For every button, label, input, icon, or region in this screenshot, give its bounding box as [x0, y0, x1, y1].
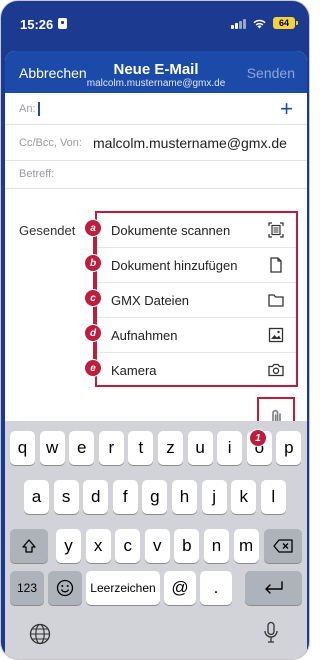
file-icon [270, 257, 282, 273]
signal-icon [231, 18, 246, 29]
menu-item-label: GMX Dateien [111, 293, 190, 308]
key-n[interactable]: n [204, 529, 229, 563]
menu-item-scan-documents[interactable]: Dokumente scannen [97, 213, 296, 248]
at-key[interactable]: @ [164, 571, 196, 605]
menu-item-gmx-files[interactable]: GMX Dateien [97, 283, 296, 318]
attachment-menu: Dokumente scannen Dokument hinzufügen GM… [95, 211, 298, 387]
backspace-icon [273, 539, 293, 553]
key-m[interactable]: m [233, 529, 259, 563]
phone-frame: 15:26 64 Abbrechen Neue E-Mail malcolm.m… [0, 0, 310, 660]
backspace-key[interactable] [264, 529, 302, 563]
menu-item-label: Aufnahmen [111, 328, 178, 343]
battery-icon: 64 [273, 17, 298, 29]
menu-item-add-document[interactable]: Dokument hinzufügen [97, 248, 296, 283]
annotation-badge-e: e [84, 359, 102, 377]
key-s[interactable]: s [53, 480, 79, 514]
space-key[interactable]: Leerzeichen [86, 571, 160, 605]
annotation-badge-a: a [84, 219, 102, 237]
return-icon [264, 581, 283, 594]
scan-document-icon [268, 222, 284, 238]
key-q[interactable]: q [10, 431, 35, 465]
key-w[interactable]: w [39, 431, 65, 465]
key-t[interactable]: t [128, 431, 154, 465]
key-r[interactable]: r [98, 431, 124, 465]
emoji-key[interactable] [48, 571, 82, 605]
cc-bcc-from-field[interactable]: Cc/Bcc, Von: malcolm.mustername@gmx.de [5, 125, 307, 161]
key-e[interactable]: e [69, 431, 95, 465]
status-time: 15:26 [20, 17, 54, 32]
annotation-badge-b: b [84, 254, 102, 272]
numbers-key[interactable]: 123 [10, 571, 44, 605]
to-label: An: [19, 103, 36, 115]
key-l[interactable]: l [260, 480, 286, 514]
add-recipient-icon[interactable]: + [280, 96, 293, 122]
menu-item-label: Dokument hinzufügen [111, 258, 238, 273]
microphone-icon[interactable] [263, 621, 279, 645]
key-j[interactable]: j [201, 480, 227, 514]
annotation-badge-1: 1 [249, 429, 267, 447]
key-i[interactable]: i [217, 431, 243, 465]
send-button[interactable]: Senden [247, 65, 295, 81]
key-h[interactable]: h [172, 480, 197, 514]
shift-key[interactable] [10, 529, 48, 563]
shift-icon [22, 539, 36, 553]
text-cursor [38, 102, 40, 116]
cc-label: Cc/Bcc, Von: [19, 137, 82, 149]
key-z[interactable]: z [158, 431, 183, 465]
key-c[interactable]: c [115, 529, 141, 563]
menu-item-recordings[interactable]: Aufnahmen [97, 318, 296, 353]
key-f[interactable]: f [112, 480, 138, 514]
menu-item-label: Dokumente scannen [111, 223, 231, 238]
key-p[interactable]: p [276, 431, 302, 465]
key-y[interactable]: y [56, 529, 81, 563]
emoji-icon [56, 579, 74, 597]
camera-icon [268, 363, 284, 377]
compose-header: Abbrechen Neue E-Mail malcolm.mustername… [5, 51, 307, 93]
image-icon [268, 327, 284, 343]
compose-sheet: Abbrechen Neue E-Mail malcolm.mustername… [5, 51, 307, 659]
menu-item-camera[interactable]: Kamera [97, 353, 296, 388]
key-k[interactable]: k [231, 480, 257, 514]
key-u[interactable]: u [187, 431, 213, 465]
annotation-badge-c: c [84, 289, 102, 307]
keyboard: qwertzuiop asdfghjkl yxcvbnm 123 Leerzei… [5, 421, 307, 659]
key-x[interactable]: x [85, 529, 111, 563]
subject-label: Betreff: [19, 168, 55, 180]
annotation-badge-d: d [84, 324, 102, 342]
key-b[interactable]: b [174, 529, 200, 563]
menu-item-label: Kamera [111, 363, 157, 378]
key-d[interactable]: d [83, 480, 109, 514]
from-address: malcolm.mustername@gmx.de [93, 135, 287, 151]
key-g[interactable]: g [142, 480, 168, 514]
sim-card-icon [58, 18, 67, 29]
key-a[interactable]: a [24, 480, 49, 514]
key-v[interactable]: v [144, 529, 170, 563]
status-bar: 15:26 64 [1, 1, 309, 41]
period-key[interactable]: . [200, 571, 232, 605]
subject-field[interactable]: Betreff: [5, 161, 307, 189]
to-field[interactable]: An: + [5, 93, 307, 125]
folder-icon [268, 294, 284, 307]
globe-icon[interactable] [29, 623, 51, 645]
return-key[interactable] [245, 571, 302, 605]
wifi-icon [253, 19, 266, 28]
email-body-text[interactable]: Gesendet [19, 223, 75, 238]
